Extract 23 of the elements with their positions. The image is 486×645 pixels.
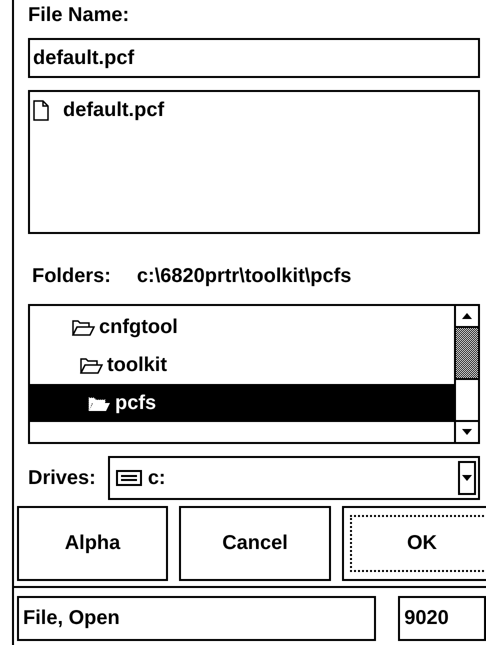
dialog-button[interactable]: Cancel: [179, 506, 331, 581]
scroll-up-icon: [462, 313, 472, 319]
file-item[interactable]: default.pcf: [63, 98, 164, 122]
scroll-thumb[interactable]: [456, 326, 478, 380]
dialog-button[interactable]: Alpha: [17, 506, 168, 581]
scroll-down-icon: [462, 429, 472, 435]
dropdown-arrow-icon: [462, 475, 472, 481]
ok-button[interactable]: OK: [342, 506, 486, 581]
folders-label: Folders:: [32, 264, 111, 288]
folder-icon: [72, 318, 95, 336]
folder-item[interactable]: pcfs: [115, 392, 156, 414]
field-label: File Name:: [28, 3, 130, 28]
status-message: File, Open: [17, 596, 376, 641]
drives-label: Drives:: [28, 466, 96, 490]
folder-item[interactable]: toolkit: [107, 354, 167, 376]
drive-icon: [116, 470, 142, 486]
folder-icon: [80, 356, 103, 374]
status-code: 9020: [398, 596, 486, 641]
drive-dropdown[interactable]: c:: [108, 456, 480, 500]
folder-path: c:\6820prtr\toolkit\pcfs: [136, 264, 352, 288]
folder-item[interactable]: cnfgtool: [99, 316, 178, 338]
document-icon: [33, 100, 49, 120]
file-name-field[interactable]: default.pcf: [28, 38, 480, 78]
